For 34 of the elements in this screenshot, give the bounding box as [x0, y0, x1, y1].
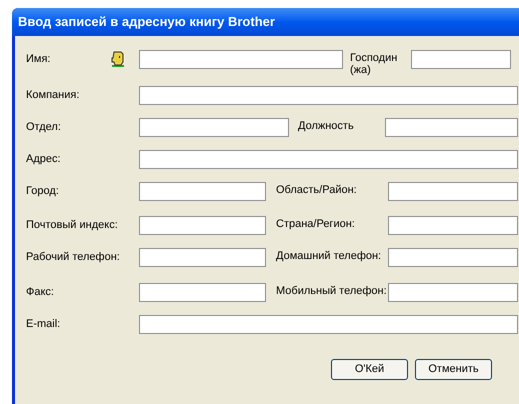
text-field[interactable] [139, 315, 518, 334]
text-field[interactable] [388, 283, 518, 302]
cancel-button[interactable]: Отменить [415, 359, 492, 380]
text-field[interactable] [139, 182, 266, 201]
ok-button[interactable]: O'Кей [331, 359, 408, 380]
person-icon [111, 51, 125, 67]
text-field[interactable] [388, 248, 518, 267]
field-label: Адрес: [26, 152, 62, 166]
field-label: Рабочий телефон: [26, 250, 121, 264]
text-field[interactable] [385, 118, 518, 137]
text-field[interactable] [139, 150, 518, 169]
text-field[interactable] [139, 283, 266, 302]
text-field[interactable] [139, 118, 289, 137]
field-label: Страна/Регион: [276, 217, 356, 230]
text-field[interactable] [139, 50, 343, 69]
field-label: Город: [26, 184, 60, 198]
text-field[interactable] [411, 50, 511, 69]
field-label: Компания: [26, 88, 80, 102]
text-field[interactable] [139, 86, 518, 105]
window-title: Ввод записей в адресную книгу Brother [18, 13, 275, 32]
text-field[interactable] [388, 216, 518, 235]
field-label: Имя: [26, 52, 52, 66]
field-label: Отдел: [26, 120, 62, 134]
field-label: Должность [298, 119, 355, 132]
field-label: Домашний телефон: [276, 249, 382, 262]
field-label: Господин (жа) [350, 51, 398, 76]
text-field[interactable] [139, 248, 266, 267]
field-label: Почтовый индекс: [26, 218, 119, 232]
text-field[interactable] [139, 216, 266, 235]
field-label: Мобильный телефон: [276, 284, 388, 297]
field-label: Область/Район: [276, 183, 358, 196]
field-label: E-mail: [26, 317, 62, 331]
text-field[interactable] [388, 182, 518, 201]
field-label: Факс: [26, 285, 55, 299]
